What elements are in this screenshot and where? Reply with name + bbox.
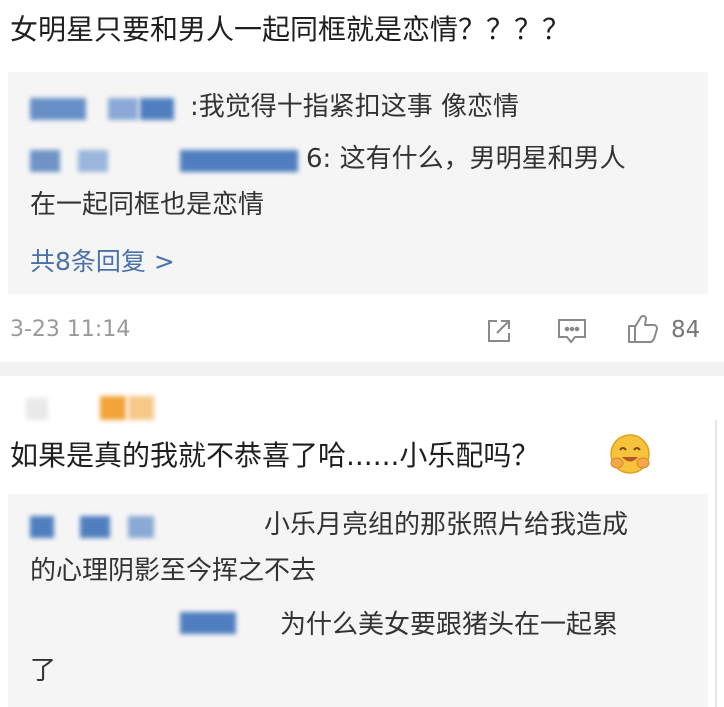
reply-box[interactable]: 小乐月亮组的那张照片给我造成 的心理阴影至今挥之不去 为什么美女要跟猪头在一起累…	[8, 494, 708, 707]
comment-meta: 3-23 11:14 84	[0, 310, 724, 350]
like-count: 84	[671, 317, 701, 343]
reply-text-content: 我觉得十指紧扣这事 像恋情	[198, 92, 520, 122]
smiling-hug-emoji	[608, 432, 652, 476]
reply-author: 6:	[306, 144, 332, 174]
post-title: 女明星只要和男人一起同框就是恋情？？？？	[10, 13, 571, 46]
reply-text: :我觉得十指紧扣这事 像恋情	[190, 84, 519, 130]
blurred-username	[140, 98, 174, 120]
share-icon[interactable]	[484, 316, 514, 350]
reply-item[interactable]: 小乐月亮组的那张照片给我造成 的心理阴影至今挥之不去	[30, 502, 692, 602]
reply-text-content: 这有什么，男明星和男人	[339, 144, 626, 174]
reply-item[interactable]: 为什么美女要跟猪头在一起累 了	[30, 602, 692, 702]
reply-box[interactable]: :我觉得十指紧扣这事 像恋情 6: 这有什么，男明星和男人 在一起同框也是恋情 …	[8, 72, 708, 294]
scroll-track	[715, 420, 717, 707]
reply-text-content: 小乐月亮组的那张照片给我造成	[264, 510, 629, 540]
comment-divider	[0, 362, 724, 376]
comment-icon[interactable]	[556, 316, 588, 350]
timestamp: 3-23 11:14	[10, 317, 131, 342]
blurred-username	[180, 612, 236, 634]
blurred-username	[78, 150, 108, 172]
reply-text-content: 在一起同框也是恋情	[30, 190, 265, 220]
blurred-username	[180, 150, 298, 172]
blurred-username	[100, 396, 126, 420]
blurred-username	[30, 516, 54, 538]
reply-text-content: 的心理阴影至今挥之不去	[30, 556, 317, 586]
reply-item[interactable]: 6: 这有什么，男明星和男人 在一起同框也是恋情	[30, 136, 692, 236]
like-icon[interactable]	[626, 312, 660, 350]
blurred-avatar	[26, 398, 48, 420]
reply-text-content: 了	[30, 656, 57, 686]
blurred-username	[30, 150, 60, 172]
blurred-username	[108, 98, 138, 120]
blurred-username	[128, 516, 154, 538]
reply-separator: :	[190, 92, 199, 122]
blurred-username	[80, 516, 110, 538]
comment-text: 如果是真的我就不恭喜了哈......小乐配吗？	[10, 439, 540, 472]
reply-line: 6: 这有什么，男明星和男人	[306, 136, 626, 182]
blurred-username	[128, 396, 154, 420]
reply-text-content: 为什么美女要跟猪头在一起累	[280, 610, 619, 640]
more-replies-link[interactable]: 共8条回复 >	[30, 242, 175, 278]
blurred-username	[30, 98, 86, 120]
